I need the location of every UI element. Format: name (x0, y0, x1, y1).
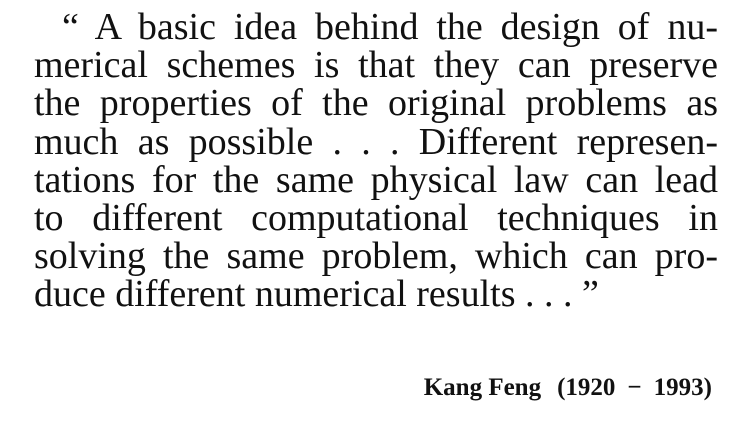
quote-line: much as possible . . . Different represe… (34, 120, 718, 163)
attribution: Kang Feng (1920 − 1993) (424, 374, 712, 402)
quote-line: the properties of the original problems … (34, 82, 718, 125)
quote-line: tations for the same physical law can le… (34, 158, 718, 201)
author-death-year: 1993) (653, 374, 712, 401)
quote-block: “ A basic idea behind the design of nu- … (34, 8, 718, 314)
quote-line: “ A basic idea behind the design of nu- (62, 6, 718, 48)
quote-line: merical schemes is that they can preserv… (34, 44, 718, 87)
quote-line: to different computational techniques in (34, 197, 718, 240)
author-name: Kang Feng (423, 374, 542, 401)
year-dash: − (627, 374, 642, 401)
quote-line: solving the same problem, which can pro- (34, 235, 718, 278)
author-birth-year: (1920 (557, 374, 616, 401)
quote-line: duce different numerical results . . . ” (34, 273, 599, 316)
